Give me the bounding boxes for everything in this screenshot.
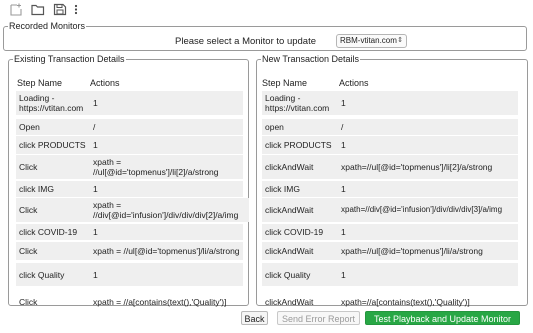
new-step-name: click PRODUCTS <box>265 140 332 150</box>
new-step-name: clickAndWait <box>265 162 314 172</box>
existing-transaction-group: Existing Transaction Details Step Name A… <box>8 54 249 307</box>
new-action: xpath=//div[@id='infusion']/div/div/div[… <box>341 205 503 214</box>
open-folder-icon[interactable] <box>31 3 45 16</box>
new-row: click COVID-19 1 <box>262 224 518 240</box>
existing-row: click PRODUCTS 1 <box>16 136 243 154</box>
existing-action: xpath = //div[@id='infusion']/div/div/di… <box>93 200 239 220</box>
new-row: clickAndWait xpath=//ul[@id='topmenus']/… <box>262 242 518 260</box>
new-row: click Quality 1 <box>262 263 518 286</box>
new-transaction-group: New Transaction Details Step Name Action… <box>256 54 528 307</box>
new-action: / <box>341 122 344 132</box>
existing-transaction-legend: Existing Transaction Details <box>14 54 125 64</box>
existing-action: xpath = //ul[@id='topmenus']/li/a/strong <box>93 246 240 256</box>
existing-action: 1 <box>93 269 98 280</box>
new-row: click PRODUCTS 1 <box>262 136 518 154</box>
existing-step-name: click COVID-19 <box>19 227 78 237</box>
new-step-name: click Quality <box>265 269 311 280</box>
new-file-icon[interactable] <box>9 3 23 16</box>
recorded-monitors-group: Recorded Monitors Please select a Monito… <box>3 21 527 51</box>
new-row: clickAndWait xpath=//div[@id='infusion']… <box>262 198 518 222</box>
new-action: xpath=//ul[@id='topmenus']/li/a/strong <box>341 246 483 256</box>
existing-action: / <box>93 122 96 132</box>
new-table-header: Step Name Actions <box>257 78 527 88</box>
new-step-name: clickAndWait <box>265 205 314 215</box>
existing-step-name: Click <box>19 162 38 172</box>
recorded-monitors-legend: Recorded Monitors <box>9 21 86 31</box>
new-transaction-legend: New Transaction Details <box>262 54 360 64</box>
new-action: 1 <box>341 98 346 108</box>
new-step-name: Loading - https://vtitan.com <box>265 93 330 113</box>
new-action: xpath=//ul[@id='topmenus']/li[2]/a/stron… <box>341 162 493 172</box>
toolbar <box>0 0 533 20</box>
new-step-name: open <box>265 122 284 132</box>
monitor-select[interactable]: RBM-vtitan.com ⇕ <box>336 34 407 48</box>
existing-step-name: Open <box>19 122 40 132</box>
existing-action: 1 <box>93 140 98 150</box>
new-action: 1 <box>341 227 346 237</box>
existing-col-actions: Actions <box>90 78 120 88</box>
existing-row: Loading - https://vtitan.com 1 <box>16 91 243 115</box>
new-col-actions: Actions <box>339 78 369 88</box>
existing-step-name: click Quality <box>19 269 65 280</box>
new-step-name: clickAndWait <box>265 246 314 256</box>
monitor-select-value: RBM-vtitan.com <box>340 36 397 45</box>
more-options-icon[interactable] <box>73 3 79 16</box>
new-row: Loading - https://vtitan.com 1 <box>262 91 518 115</box>
new-row: open / <box>262 119 518 135</box>
existing-row: click Quality 1 <box>16 263 243 286</box>
existing-action: 1 <box>93 184 98 194</box>
existing-action: xpath = //ul[@id='topmenus']/li[2]/a/str… <box>93 157 219 177</box>
save-icon[interactable] <box>53 3 67 16</box>
new-action: 1 <box>341 184 346 194</box>
existing-step-name: Loading - https://vtitan.com <box>19 93 84 113</box>
new-row: click IMG 1 <box>262 181 518 197</box>
new-step-name: click IMG <box>265 184 300 194</box>
existing-row: Open / <box>16 119 243 135</box>
existing-row: Click xpath = //a[contains(text(),'Quali… <box>16 293 243 311</box>
new-step-name: click COVID-19 <box>265 227 324 237</box>
existing-action: xpath = //a[contains(text(),'Quality')] <box>93 297 227 307</box>
existing-table-header: Step Name Actions <box>9 78 248 88</box>
existing-action: 1 <box>93 227 98 237</box>
new-action: 1 <box>341 140 346 150</box>
existing-row: Click xpath = //div[@id='infusion']/div/… <box>16 198 249 222</box>
existing-step-name: Click <box>19 205 38 215</box>
existing-col-step-name: Step Name <box>17 78 63 88</box>
new-col-step-name: Step Name <box>262 78 308 88</box>
new-action: 1 <box>341 269 346 280</box>
new-row: clickAndWait xpath=//ul[@id='topmenus']/… <box>262 155 518 179</box>
new-action: xpath=//a[contains(text(),'Quality')] <box>341 297 470 307</box>
existing-row: click IMG 1 <box>16 181 243 197</box>
test-playback-update-button[interactable]: Test Playback and Update Monitor <box>365 311 520 325</box>
monitor-select-prompt: Please select a Monitor to update <box>175 36 317 47</box>
send-error-report-button[interactable]: Send Error Report <box>277 311 360 325</box>
new-step-name: clickAndWait <box>265 297 314 307</box>
chevron-updown-icon: ⇕ <box>397 37 403 44</box>
existing-step-name: Click <box>19 297 38 307</box>
existing-step-name: Click <box>19 246 38 256</box>
back-button[interactable]: Back <box>241 311 268 325</box>
existing-step-name: click IMG <box>19 184 54 194</box>
existing-action: 1 <box>93 98 98 108</box>
existing-row: click COVID-19 1 <box>16 224 243 240</box>
existing-step-name: click PRODUCTS <box>19 140 86 150</box>
existing-row: Click xpath = //ul[@id='topmenus']/li/a/… <box>16 242 243 260</box>
new-row: clickAndWait xpath=//a[contains(text(),'… <box>262 293 518 311</box>
existing-row: Click xpath = //ul[@id='topmenus']/li[2]… <box>16 155 243 179</box>
